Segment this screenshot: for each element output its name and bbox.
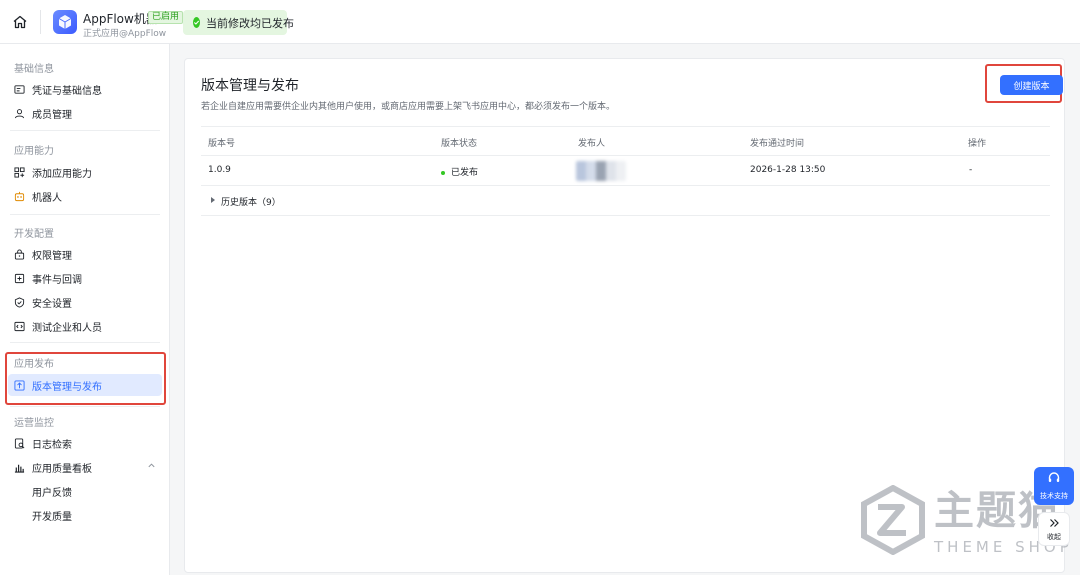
- top-divider: [40, 10, 41, 34]
- sidebar-item-label: 安全设置: [32, 298, 72, 310]
- tech-support-label: 技术支持: [1040, 492, 1068, 500]
- user-icon: [14, 108, 25, 119]
- table-header: 版本号 版本状态 发布人 发布通过时间 操作: [201, 126, 1050, 156]
- id-card-icon: [14, 84, 25, 95]
- column-header: 发布人: [578, 139, 606, 149]
- app-subtitle: 正式应用@AppFlow: [83, 29, 167, 39]
- sidebar-item-label: 应用质量看板: [32, 463, 92, 475]
- group-title-capabilities: 应用能力: [14, 146, 54, 157]
- divider: [10, 342, 160, 343]
- create-version-button[interactable]: 创建版本: [1000, 75, 1063, 95]
- log-search-icon: [14, 437, 25, 449]
- lock-icon: [14, 248, 25, 260]
- sidebar-item-label: 测试企业和人员: [32, 322, 102, 334]
- collapse-label: 收起: [1047, 532, 1061, 541]
- sidebar-item-label: 事件与回调: [32, 274, 82, 286]
- sidebar-item-add-capability[interactable]: 添加应用能力: [14, 162, 160, 182]
- sidebar-item-credentials[interactable]: 凭证与基础信息: [14, 79, 160, 99]
- sidebar-item-label: 凭证与基础信息: [32, 85, 102, 97]
- group-title-monitoring: 运营监控: [14, 418, 54, 429]
- sidebar-item-label: 用户反馈: [32, 487, 72, 499]
- event-plus-icon: [14, 273, 25, 284]
- top-bar: AppFlow机器人 已启用 正式应用@AppFlow 当前修改均已发布: [0, 0, 1080, 44]
- status-dot-icon: [441, 170, 445, 175]
- version-panel: 版本管理与发布 若企业自建应用需要供企业内其他用户使用，或商店应用需要上架飞书应…: [184, 58, 1065, 573]
- version-status: 已发布: [441, 165, 478, 178]
- divider: [10, 130, 160, 131]
- app-cube-icon: [53, 10, 77, 34]
- sidebar-item-user-feedback[interactable]: 用户反馈: [32, 481, 178, 501]
- status-text: 已发布: [451, 168, 479, 178]
- sidebar-item-bot[interactable]: 机器人: [14, 186, 160, 206]
- sidebar-item-label: 成员管理: [32, 109, 72, 121]
- version-table: 版本号 版本状态 发布人 发布通过时间 操作 1.0.9 已发布 2026-1-…: [201, 126, 1050, 216]
- sidebar-item-events[interactable]: 事件与回调: [14, 268, 160, 288]
- sidebar-item-label: 权限管理: [32, 250, 72, 262]
- sidebar-item-quality-dashboard[interactable]: 应用质量看板: [14, 457, 160, 477]
- sidebar-item-label: 日志检索: [32, 439, 72, 451]
- sidebar: 基础信息 凭证与基础信息 成员管理 应用能力 添加应用能力 机器人 开发配置 权…: [0, 44, 170, 575]
- headset-icon: [1047, 471, 1061, 488]
- history-versions-toggle[interactable]: 历史版本（9）: [201, 186, 1050, 216]
- history-versions-label: 历史版本（9）: [221, 198, 281, 208]
- publisher-avatar: [576, 161, 626, 181]
- group-title-dev-config: 开发配置: [14, 229, 54, 240]
- highlight-box-release: [5, 352, 166, 405]
- sidebar-item-label: 开发质量: [32, 511, 72, 523]
- divider: [10, 406, 160, 407]
- sidebar-item-dev-quality[interactable]: 开发质量: [32, 505, 178, 525]
- double-chevron-right-icon: [1048, 517, 1060, 532]
- shield-icon: [14, 296, 25, 308]
- caret-right-icon: [211, 197, 215, 203]
- bar-chart-icon: [14, 462, 25, 473]
- chevron-up-icon[interactable]: [147, 461, 156, 473]
- sidebar-item-label: 机器人: [32, 192, 62, 204]
- divider: [10, 214, 160, 215]
- publish-status-text: 当前修改均已发布: [206, 16, 294, 30]
- check-circle-icon: [193, 17, 200, 28]
- column-header: 操作: [968, 139, 987, 149]
- sidebar-item-log-search[interactable]: 日志检索: [14, 433, 160, 453]
- test-code-icon: [14, 321, 25, 332]
- sidebar-item-members[interactable]: 成员管理: [14, 103, 160, 123]
- version-number: 1.0.9: [208, 165, 231, 175]
- group-title-basic: 基础信息: [14, 64, 54, 75]
- robot-icon: [14, 191, 25, 202]
- sidebar-item-security[interactable]: 安全设置: [14, 292, 160, 312]
- collapse-button[interactable]: 收起: [1038, 512, 1070, 546]
- row-action: -: [969, 165, 973, 175]
- publish-status-banner: 当前修改均已发布: [183, 10, 294, 35]
- status-badge: 已启用: [148, 11, 184, 24]
- page-description: 若企业自建应用需要供企业内其他用户使用，或商店应用需要上架飞书应用中心，都必须发…: [201, 102, 616, 112]
- sidebar-item-permissions[interactable]: 权限管理: [14, 244, 160, 264]
- column-header: 版本状态: [441, 139, 478, 149]
- apps-grid-icon: [14, 166, 25, 178]
- sidebar-item-test-org[interactable]: 测试企业和人员: [14, 316, 160, 336]
- publish-time: 2026-1-28 13:50: [750, 165, 826, 175]
- tech-support-button[interactable]: 技术支持: [1034, 467, 1074, 505]
- column-header: 发布通过时间: [750, 139, 805, 149]
- home-icon[interactable]: [12, 14, 28, 30]
- page-title: 版本管理与发布: [201, 78, 299, 94]
- table-row: 1.0.9 已发布 2026-1-28 13:50 -: [201, 156, 1050, 186]
- column-header: 版本号: [208, 139, 236, 149]
- sidebar-item-label: 添加应用能力: [32, 168, 92, 180]
